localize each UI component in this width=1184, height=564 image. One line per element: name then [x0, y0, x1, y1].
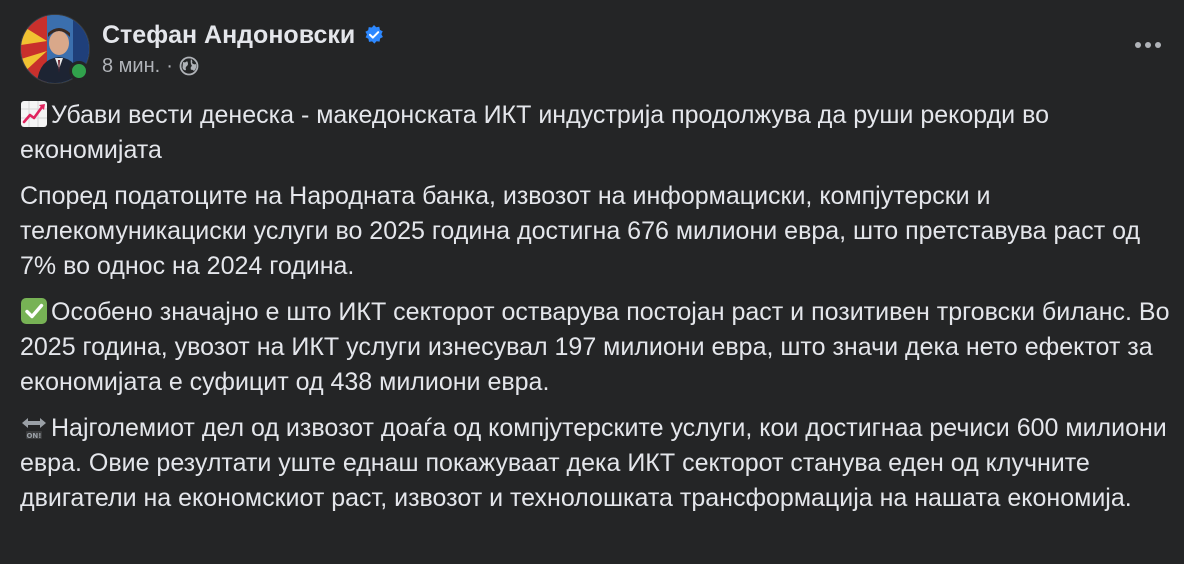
paragraph-text: Најголемиот дел од извозот доаѓа од комп… — [20, 414, 1167, 512]
more-options-icon-dot — [1145, 42, 1151, 48]
more-options-icon — [1135, 42, 1141, 48]
more-options-icon-dot — [1155, 42, 1161, 48]
paragraph-text: Убави вести денеска - македонската ИКТ и… — [20, 101, 1049, 164]
post-header: Стефан Андоновски 8 мин. · — [20, 14, 385, 84]
post-paragraph-1: Убави вести денеска - македонската ИКТ и… — [20, 98, 1170, 168]
avatar-container[interactable] — [20, 14, 90, 84]
on-arrow-icon: ON! — [20, 413, 48, 441]
post-paragraph-2: Според податоците на Народната банка, из… — [20, 179, 1170, 284]
more-options-button[interactable] — [1126, 30, 1170, 60]
svg-text:ON!: ON! — [26, 432, 41, 440]
online-status-dot — [69, 61, 89, 81]
post-subline: 8 мин. · — [102, 52, 385, 80]
post-timestamp[interactable]: 8 мин. — [102, 55, 160, 78]
check-mark-button-icon — [20, 297, 48, 325]
post-paragraph-4: ON! Најголемиот дел од извозот доаѓа од … — [20, 411, 1170, 516]
facebook-post: Стефан Андоновски 8 мин. · Убави вести д… — [0, 0, 1184, 564]
paragraph-text: Особено значајно е што ИКТ секторот оств… — [20, 298, 1170, 396]
chart-increasing-icon — [20, 100, 48, 128]
paragraph-text: Според податоците на Народната банка, из… — [20, 182, 1141, 280]
author-name[interactable]: Стефан Андоновски — [102, 21, 355, 50]
globe-icon[interactable] — [179, 56, 199, 76]
author-row: Стефан Андоновски — [102, 18, 385, 52]
post-body: Убави вести денеска - македонската ИКТ и… — [20, 98, 1170, 527]
separator-dot: · — [166, 54, 173, 77]
post-paragraph-3: Особено значајно е што ИКТ секторот оств… — [20, 295, 1170, 400]
verified-badge-icon[interactable] — [363, 24, 385, 46]
post-meta: Стефан Андоновски 8 мин. · — [102, 14, 385, 80]
